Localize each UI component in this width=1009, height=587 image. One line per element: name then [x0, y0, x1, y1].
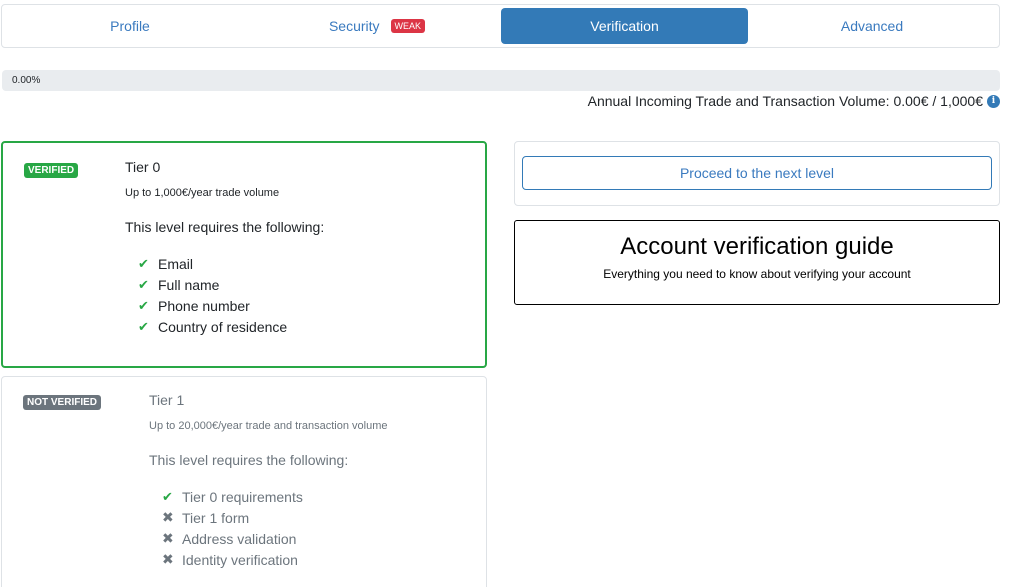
- proceed-next-level-button[interactable]: Proceed to the next level: [522, 156, 992, 190]
- check-icon: ✔: [138, 276, 149, 292]
- requirement-item: ✔ Country of residence: [138, 316, 324, 337]
- check-icon: ✔: [138, 297, 149, 313]
- annual-volume: Annual Incoming Trade and Transaction Vo…: [588, 93, 1000, 109]
- annual-volume-text: Annual Incoming Trade and Transaction Vo…: [587, 93, 983, 109]
- tier-1-body: Tier 1 Up to 20,000€/year trade and tran…: [149, 392, 387, 570]
- tier-0-requirements: ✔ Email ✔ Full name ✔ Phone number ✔ Country…: [138, 253, 324, 337]
- requirement-item: ✔ Phone number: [138, 295, 324, 316]
- requirement-label: Identity verification: [182, 551, 298, 568]
- tab-profile[interactable]: Profile: [7, 8, 253, 44]
- cross-icon: ✖: [162, 551, 174, 567]
- tab-advanced-label: Advanced: [840, 18, 904, 34]
- check-icon: ✔: [138, 318, 149, 334]
- requirement-item: ✔ Tier 0 requirements: [162, 486, 387, 507]
- tier-1-limit: Up to 20,000€/year trade and transaction…: [149, 420, 388, 432]
- guide-title: Account verification guide: [620, 233, 894, 260]
- tab-security[interactable]: Security WEAK: [254, 8, 500, 44]
- tier-1-requires: This level requires the following:: [149, 452, 349, 468]
- tier-0-card: VERIFIED Tier 0 Up to 1,000€/year trade …: [1, 141, 487, 368]
- tab-profile-label: Profile: [110, 18, 150, 34]
- tab-verification[interactable]: Verification: [501, 8, 748, 44]
- check-icon: ✔: [162, 488, 173, 504]
- verification-guide-link[interactable]: Account verification guide Everything yo…: [514, 220, 1000, 305]
- info-icon[interactable]: i: [987, 94, 1000, 108]
- tier-1-title: Tier 1: [149, 392, 185, 408]
- requirement-label: Full name: [158, 276, 220, 293]
- requirement-item: ✔ Email: [138, 253, 324, 274]
- requirement-label: Country of residence: [158, 318, 288, 335]
- requirement-label: Tier 1 form: [182, 509, 250, 526]
- tier-0-requires: This level requires the following:: [125, 219, 325, 235]
- tab-security-label: Security: [328, 18, 380, 34]
- requirement-label: Email: [158, 255, 194, 272]
- requirement-item: ✖ Tier 1 form: [162, 507, 387, 528]
- tier-1-card: NOT VERIFIED Tier 1 Up to 20,000€/year t…: [1, 376, 487, 587]
- cross-icon: ✖: [162, 530, 174, 546]
- not-verified-badge: NOT VERIFIED: [23, 395, 102, 410]
- security-weak-badge: WEAK: [390, 19, 426, 33]
- requirement-item: ✖ Identity verification: [162, 549, 387, 570]
- next-level-panel: Proceed to the next level: [514, 141, 1000, 206]
- tier-1-requirements: ✔ Tier 0 requirements ✖ Tier 1 form ✖ Addre…: [162, 486, 387, 570]
- tier-0-body: Tier 0 Up to 1,000€/year trade volume Th…: [125, 159, 324, 337]
- volume-progress-text: 0.00%: [12, 75, 41, 86]
- tab-verification-label: Verification: [590, 18, 659, 34]
- requirement-label: Tier 0 requirements: [182, 488, 303, 505]
- check-icon: ✔: [138, 255, 149, 271]
- settings-tabs: Profile Security WEAK Verification Advan…: [1, 4, 1000, 48]
- tier-0-limit: Up to 1,000€/year trade volume: [125, 187, 280, 199]
- requirement-item: ✔ Full name: [138, 274, 324, 295]
- requirement-label: Phone number: [158, 297, 250, 314]
- requirement-label: Address validation: [182, 530, 297, 547]
- guide-subtitle: Everything you need to know about verify…: [603, 267, 911, 281]
- tab-advanced[interactable]: Advanced: [749, 8, 995, 44]
- cross-icon: ✖: [162, 509, 174, 525]
- verified-badge: VERIFIED: [24, 163, 79, 178]
- tier-0-title: Tier 0: [125, 159, 161, 175]
- requirement-item: ✖ Address validation: [162, 528, 387, 549]
- volume-progress-bar: 0.00%: [2, 70, 1000, 91]
